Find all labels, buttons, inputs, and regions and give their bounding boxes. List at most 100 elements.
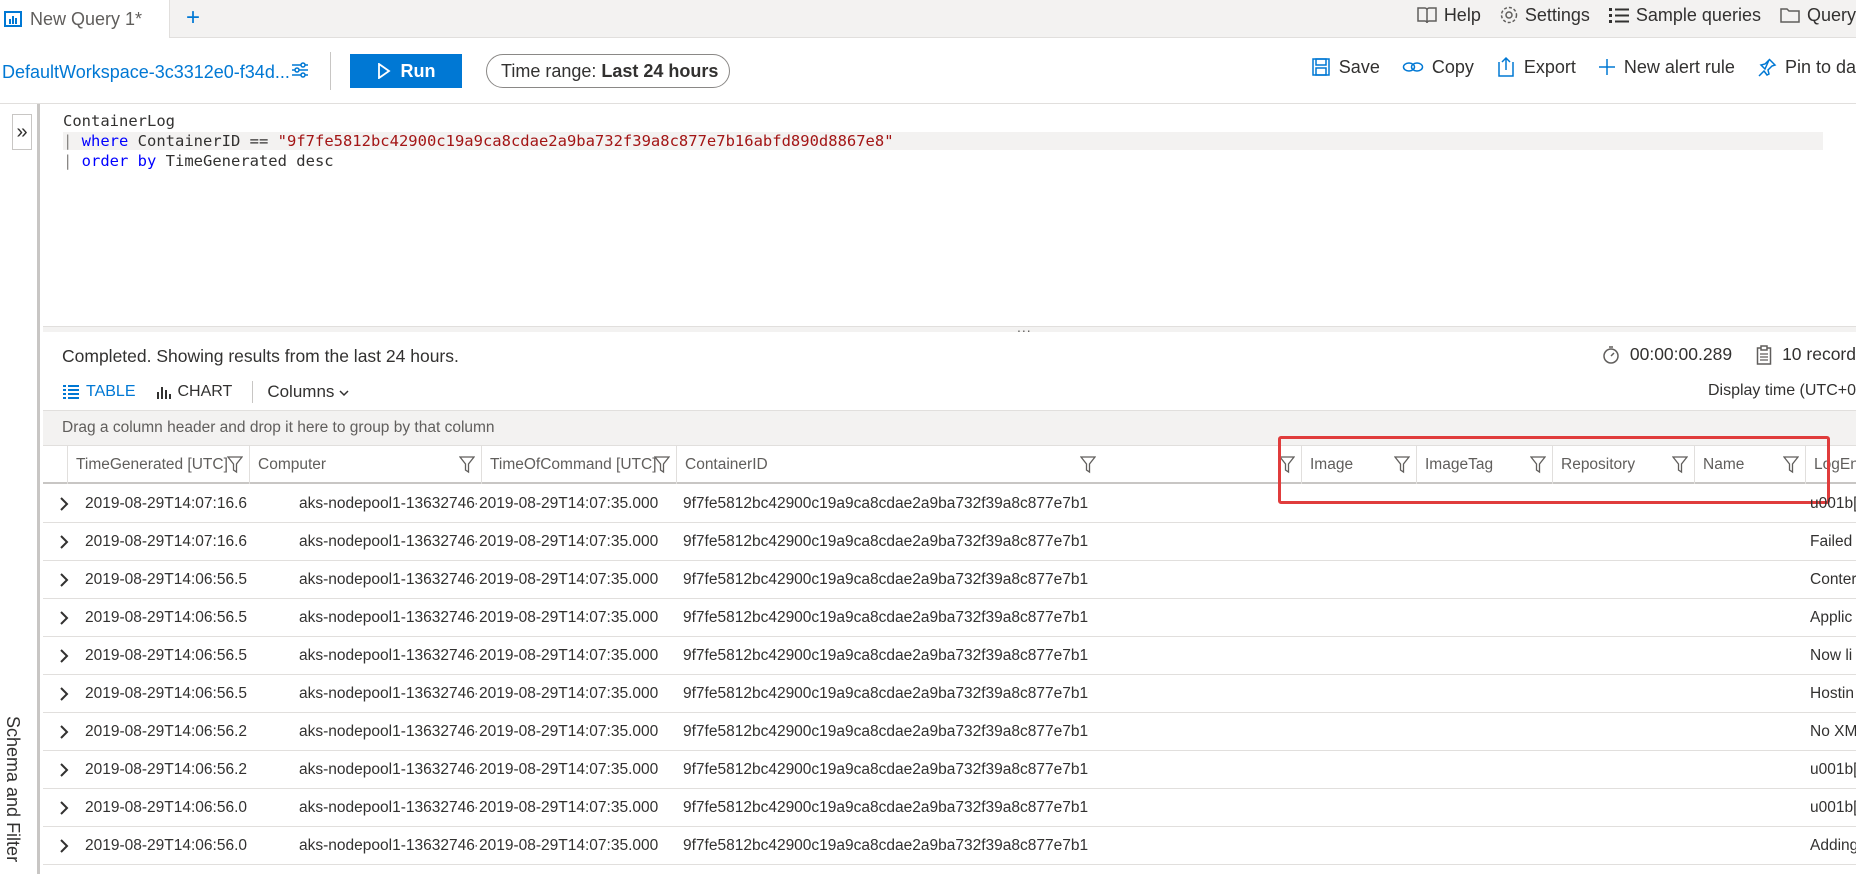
add-tab-button[interactable]: +: [180, 4, 206, 32]
query-editor[interactable]: ContainerLog | where ContainerID == "9f7…: [43, 104, 1856, 328]
duration-value: 00:00:00.289: [1629, 344, 1733, 364]
workspace-selector[interactable]: DefaultWorkspace-3c3312e0-f34d...: [2, 62, 290, 83]
filter-icon[interactable]: [1530, 456, 1546, 474]
table-row[interactable]: 2019-08-29T14:06:56.075 aks-nodepool1-13…: [43, 789, 1856, 827]
cell-timeofcommand: 2019-08-29T14:07:35.000: [479, 761, 659, 778]
column-header-containerid[interactable]: ContainerID: [676, 446, 1102, 484]
cell-timeofcommand: 2019-08-29T14:07:35.000: [479, 723, 659, 740]
group-by-hint: Drag a column header and drop it here to…: [62, 419, 495, 436]
cell-timegenerated: 2019-08-29T14:06:56.516: [85, 647, 247, 664]
cell-computer: aks-nodepool1-13632746-vmss000001: [299, 685, 477, 702]
save-icon: [1312, 58, 1330, 76]
column-header-label: TimeGenerated [UTC]: [76, 456, 228, 473]
cell-containerid: 9f7fe5812bc42900c19a9ca8cdae2a9ba732f39a…: [683, 609, 1089, 626]
filter-icon[interactable]: [654, 456, 670, 474]
column-header-timeofcommand[interactable]: TimeOfCommand [UTC]: [481, 446, 676, 484]
chevron-right-icon[interactable]: [59, 573, 69, 587]
sample-queries-link[interactable]: Sample queries: [1608, 5, 1761, 26]
table-row[interactable]: 2019-08-29T14:06:56.516 aks-nodepool1-13…: [43, 675, 1856, 713]
filter-icon[interactable]: [459, 456, 475, 474]
splitter-handle[interactable]: ...: [1017, 319, 1032, 335]
cell-timeofcommand: 2019-08-29T14:07:35.000: [479, 533, 659, 550]
column-header-logentry[interactable]: LogEnt: [1805, 446, 1856, 484]
column-header-repository[interactable]: Repository: [1552, 446, 1694, 484]
export-label: Export: [1523, 56, 1576, 77]
table-row[interactable]: 2019-08-29T14:06:56.516 aks-nodepool1-13…: [43, 599, 1856, 637]
filter-icon[interactable]: [1394, 456, 1410, 474]
editor-results-splitter[interactable]: ...: [43, 319, 1856, 335]
help-label: Help: [1443, 4, 1481, 25]
expand-panel-button[interactable]: »: [12, 114, 32, 150]
display-time-selector[interactable]: Display time (UTC+0: [1708, 382, 1856, 400]
table-row[interactable]: 2019-08-29T14:06:56.075 aks-nodepool1-13…: [43, 827, 1856, 865]
column-header-timegenerated[interactable]: TimeGenerated [UTC]: [67, 446, 249, 484]
table-row[interactable]: 2019-08-29T14:06:56.258 aks-nodepool1-13…: [43, 713, 1856, 751]
chevron-right-icon[interactable]: [59, 763, 69, 777]
chevron-right-icon[interactable]: [59, 839, 69, 853]
stopwatch-icon: [1603, 345, 1619, 364]
keyword-token: order by: [81, 152, 157, 170]
cell-computer: aks-nodepool1-13632746-vmss000001: [299, 837, 477, 854]
query-explorer-link[interactable]: Query: [1779, 5, 1856, 26]
column-header-imagetag[interactable]: ImageTag: [1416, 446, 1552, 484]
settings-link[interactable]: Settings: [1499, 5, 1590, 26]
group-by-drop-zone[interactable]: Drag a column header and drop it here to…: [43, 410, 1856, 446]
cell-computer: aks-nodepool1-13632746-vmss000001: [299, 723, 477, 740]
chart-view-tab[interactable]: CHART: [156, 383, 232, 401]
column-header-name[interactable]: Name: [1694, 446, 1805, 484]
column-header-computer[interactable]: Computer: [249, 446, 481, 484]
table-row[interactable]: 2019-08-29T14:06:56.516 aks-nodepool1-13…: [43, 561, 1856, 599]
table-row[interactable]: 2019-08-29T14:07:16.695 aks-nodepool1-13…: [43, 523, 1856, 561]
chevron-right-icon[interactable]: [59, 725, 69, 739]
query-tab-bar: New Query 1* + Help Settings Sample quer…: [0, 0, 1856, 38]
filter-icon[interactable]: [227, 456, 243, 474]
column-header-filter-only[interactable]: [1279, 446, 1301, 484]
chevron-right-icon[interactable]: [59, 649, 69, 663]
filter-icon[interactable]: [1279, 456, 1295, 474]
chevron-down-icon: [339, 390, 349, 397]
table-view-tab[interactable]: TABLE: [62, 383, 136, 401]
chevron-right-icon[interactable]: [59, 801, 69, 815]
columns-dropdown[interactable]: Columns: [267, 382, 349, 402]
table-row[interactable]: 2019-08-29T14:06:56.516 aks-nodepool1-13…: [43, 637, 1856, 675]
cell-computer: aks-nodepool1-13632746-vmss000001: [299, 799, 477, 816]
code-token: TimeGenerated desc: [156, 152, 334, 170]
string-token: "9f7fe5812bc42900c19a9ca8cdae2a9ba732f39…: [277, 132, 894, 150]
results-stats: 00:00:00.289 10 record: [1578, 344, 1856, 365]
query-line-1: ContainerLog: [63, 112, 175, 130]
schema-and-filter-label[interactable]: Schema and Filter: [2, 716, 23, 862]
query-tab[interactable]: New Query 1*: [0, 0, 170, 38]
time-range-prefix: Time range:: [501, 60, 597, 81]
new-alert-rule-button[interactable]: New alert rule: [1598, 57, 1735, 78]
pin-to-dashboard-label: Pin to da: [1784, 56, 1856, 77]
time-range-picker[interactable]: Time range: Last 24 hours: [486, 54, 730, 88]
table-row[interactable]: 2019-08-29T14:07:16.695 aks-nodepool1-13…: [43, 485, 1856, 523]
cell-containerid: 9f7fe5812bc42900c19a9ca8cdae2a9ba732f39a…: [683, 647, 1089, 664]
filter-icon[interactable]: [1080, 456, 1096, 474]
export-button[interactable]: Export: [1496, 56, 1576, 78]
chevron-right-icon[interactable]: [59, 687, 69, 701]
columns-label: Columns: [267, 382, 335, 401]
chevron-right-icon[interactable]: [59, 535, 69, 549]
cell-computer: aks-nodepool1-13632746-vmss000001: [299, 609, 477, 626]
cell-timegenerated: 2019-08-29T14:07:16.695: [85, 495, 247, 512]
chevron-right-icon[interactable]: [59, 611, 69, 625]
save-button[interactable]: Save: [1311, 57, 1380, 78]
filter-icon[interactable]: [1672, 456, 1688, 474]
chevron-right-icon[interactable]: [59, 497, 69, 511]
filter-icon[interactable]: [1783, 456, 1799, 474]
help-link[interactable]: Help: [1416, 5, 1481, 26]
table-row[interactable]: 2019-08-29T14:06:56.258 aks-nodepool1-13…: [43, 751, 1856, 789]
cell-logentry: Adding: [1810, 837, 1856, 854]
pipe-token: |: [63, 152, 82, 170]
query-line-2: | where ContainerID == "9f7fe5812bc42900…: [63, 132, 1823, 150]
copy-button[interactable]: Copy: [1402, 57, 1474, 78]
run-button[interactable]: Run: [350, 54, 462, 88]
cell-containerid: 9f7fe5812bc42900c19a9ca8cdae2a9ba732f39a…: [683, 761, 1089, 778]
column-header-label: Repository: [1561, 456, 1636, 473]
pin-to-dashboard-button[interactable]: Pin to da: [1757, 57, 1856, 78]
time-range-value: Last 24 hours: [601, 60, 719, 81]
sliders-icon[interactable]: [290, 60, 310, 80]
column-header-image[interactable]: Image: [1301, 446, 1416, 484]
plus-icon: [1598, 59, 1615, 75]
